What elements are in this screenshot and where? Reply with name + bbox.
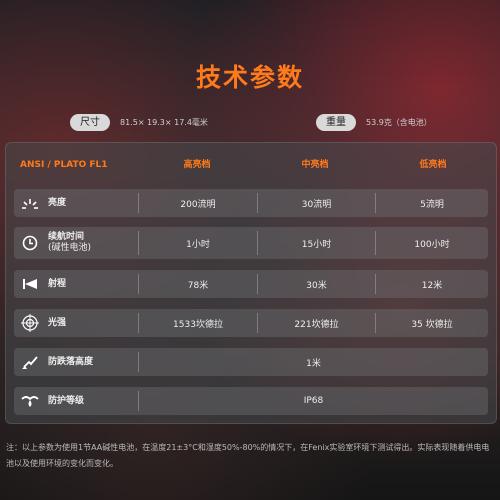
table-row: 续航时间 (碱性电池) 1小时 15小时 100小时 bbox=[14, 227, 488, 259]
table-cell: 35 坎德拉 bbox=[411, 319, 453, 330]
table-row: 亮度 200流明 30流明 5流明 bbox=[14, 189, 488, 217]
table-row: 光强 1533坎德拉 221坎德拉 35 坎德拉 bbox=[14, 309, 488, 337]
target-icon bbox=[18, 309, 42, 337]
clock-icon bbox=[18, 227, 42, 259]
size-pill: 尺寸 bbox=[70, 114, 110, 131]
table-cell: IP68 bbox=[303, 396, 324, 406]
row-label: 光强 bbox=[48, 317, 67, 328]
table-cell: 30流明 bbox=[301, 199, 332, 210]
row-sublabel: (碱性电池) bbox=[48, 243, 92, 253]
table-cell: 100小时 bbox=[414, 239, 450, 250]
spec-table: ANSI / PLATO FL1 高亮档 中亮档 低亮档 亮度 200流明 30… bbox=[5, 142, 497, 424]
table-cell: 221坎德拉 bbox=[294, 319, 339, 330]
table-row: 防跌落高度 1米 bbox=[14, 348, 488, 376]
row-label: 续航时间 bbox=[48, 232, 85, 242]
table-cell: 30米 bbox=[306, 280, 327, 291]
header-high: 高亮档 bbox=[183, 160, 211, 170]
weight-value: 53.9克（含电池） bbox=[366, 118, 432, 127]
row-label: 亮度 bbox=[48, 197, 67, 208]
table-cell: 1533坎德拉 bbox=[173, 319, 223, 330]
weight-pill: 重量 bbox=[316, 114, 356, 131]
sun-burst-icon bbox=[18, 189, 42, 217]
table-cell: 1米 bbox=[306, 358, 321, 369]
row-label: 射程 bbox=[48, 278, 67, 289]
table-row: 防护等级 IP68 bbox=[14, 387, 488, 415]
impact-icon bbox=[18, 348, 42, 376]
water-drop-icon bbox=[18, 387, 42, 415]
beam-distance-icon bbox=[18, 270, 42, 298]
table-cell: 200流明 bbox=[180, 199, 216, 210]
table-cell: 15小时 bbox=[301, 239, 332, 250]
footnote: 注：以上参数为使用1节AA碱性电池，在温度21±3°C和湿度50%-80%的情况… bbox=[6, 443, 490, 468]
table-cell: 1小时 bbox=[186, 239, 210, 250]
table-cell: 12米 bbox=[421, 280, 443, 291]
table-row: 射程 78米 30米 12米 bbox=[14, 270, 488, 298]
table-cell: 5流明 bbox=[420, 199, 444, 210]
row-label: 防跌落高度 bbox=[48, 356, 94, 367]
header-low: 低亮档 bbox=[419, 160, 447, 170]
row-label: 防护等级 bbox=[48, 395, 85, 406]
table-cell: 78米 bbox=[187, 280, 209, 291]
header-mid: 中亮档 bbox=[301, 160, 329, 170]
size-value: 81.5× 19.3× 17.4毫米 bbox=[120, 118, 208, 127]
header-standard: ANSI / PLATO FL1 bbox=[20, 160, 108, 170]
page-title: 技术参数 bbox=[195, 63, 304, 92]
